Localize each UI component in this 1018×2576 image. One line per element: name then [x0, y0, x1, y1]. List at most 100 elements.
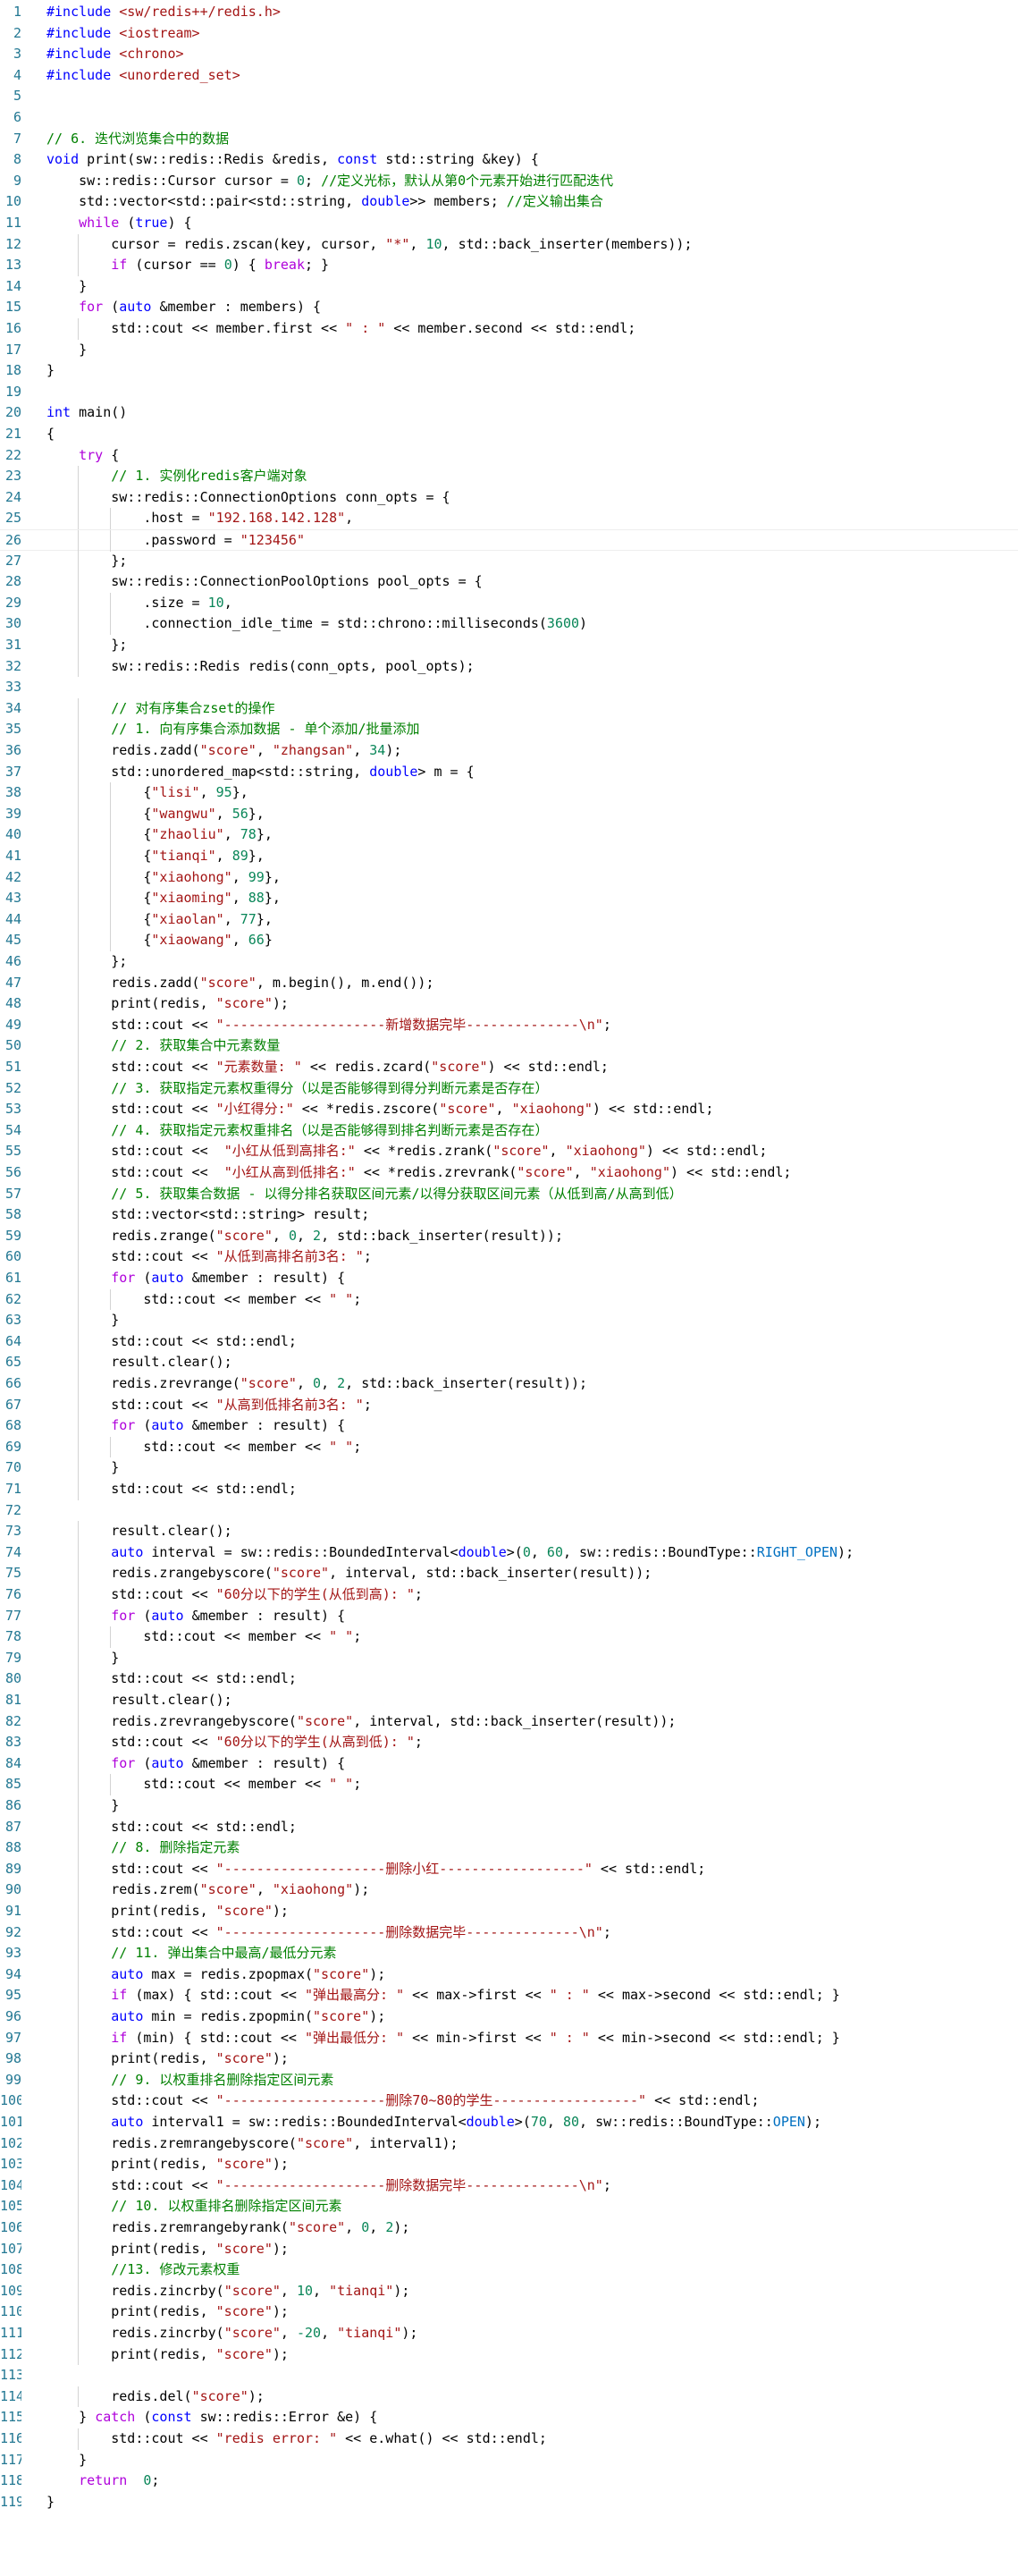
code-line[interactable]: 75 redis.zrangebyscore("score", interval…	[0, 1563, 1018, 1584]
code-line[interactable]: 87 std::cout << std::endl;	[0, 1816, 1018, 1838]
code-line[interactable]: 34 // 对有序集合zset的操作	[0, 697, 1018, 720]
code-line[interactable]: 100 std::cout << "--------------------删除…	[0, 2090, 1018, 2112]
code-line[interactable]: 41 {"tianqi", 89},	[0, 846, 1018, 867]
code-line[interactable]: 17 }	[0, 340, 1018, 361]
code-line[interactable]: 109 redis.zincrby("score", 10, "tianqi")…	[0, 2280, 1018, 2302]
code-line[interactable]: 65 result.clear();	[0, 1352, 1018, 1373]
code-line[interactable]: 12 cursor = redis.zscan(key, cursor, "*"…	[0, 233, 1018, 256]
code-line[interactable]: 52 // 3. 获取指定元素权重得分（以是否能够得到得分判断元素是否存在）	[0, 1077, 1018, 1100]
code-line[interactable]: 102 redis.zremrangebyscore("score", inte…	[0, 2133, 1018, 2155]
code-line[interactable]: 74 auto interval = sw::redis::BoundedInt…	[0, 1541, 1018, 1564]
code-line[interactable]: 104 std::cout << "--------------------删除…	[0, 2175, 1018, 2197]
code-line[interactable]: 23 // 1. 实例化redis客户端对象	[0, 466, 1018, 487]
code-line[interactable]: 105 // 10. 以权重排名删除指定区间元素	[0, 2196, 1018, 2217]
code-line[interactable]: 38 {"lisi", 95},	[0, 782, 1018, 804]
code-line[interactable]: 36 redis.zadd("score", "zhangsan", 34);	[0, 740, 1018, 762]
code-line[interactable]: 27 };	[0, 550, 1018, 572]
code-line[interactable]: 56 std::cout << "小红从高到低排名:" << *redis.zr…	[0, 1162, 1018, 1184]
code-line[interactable]: 95 if (max) { std::cout << "弹出最高分: " << …	[0, 1985, 1018, 2006]
code-line[interactable]: 43 {"xiaoming", 88},	[0, 888, 1018, 909]
code-line[interactable]: 2 #include <iostream>	[0, 23, 1018, 45]
code-line[interactable]: 118 return 0;	[0, 2470, 1018, 2492]
code-line[interactable]: 49 std::cout << "--------------------新增数…	[0, 1014, 1018, 1036]
code-line[interactable]: 13 if (cursor == 0) { break; }	[0, 255, 1018, 276]
code-line[interactable]: 101 auto interval1 = sw::redis::BoundedI…	[0, 2112, 1018, 2133]
code-line[interactable]: 83 std::cout << "60分以下的学生(从高到低): ";	[0, 1732, 1018, 1753]
code-line[interactable]: 6	[0, 107, 1018, 129]
code-line[interactable]: 114 redis.del("score");	[0, 2386, 1018, 2408]
code-line[interactable]: 62 std::cout << member << " ";	[0, 1288, 1018, 1311]
code-line[interactable]: 93 // 11. 弹出集合中最高/最低分元素	[0, 1943, 1018, 1964]
code-line[interactable]: 80 std::cout << std::endl;	[0, 1668, 1018, 1690]
code-line[interactable]: 7 // 6. 迭代浏览集合中的数据	[0, 129, 1018, 150]
code-line[interactable]: 113	[0, 2365, 1018, 2386]
code-line[interactable]: 108 //13. 修改元素权重	[0, 2259, 1018, 2281]
code-line[interactable]: 71 std::cout << std::endl;	[0, 1479, 1018, 1500]
code-line[interactable]: 18}	[0, 360, 1018, 382]
code-editor[interactable]: 1 #include <sw/redis++/redis.h> 2 #include …	[0, 0, 1018, 2576]
code-line[interactable]: 45 {"xiaowang", 66}	[0, 930, 1018, 951]
code-line[interactable]: 73 result.clear();	[0, 1521, 1018, 1542]
code-line[interactable]: 42 {"xiaohong", 99},	[0, 866, 1018, 889]
code-line[interactable]: 44 {"xiaolan", 77},	[0, 908, 1018, 931]
code-line[interactable]: 79 }	[0, 1647, 1018, 1669]
code-line[interactable]: 61 for (auto &member : result) {	[0, 1268, 1018, 1289]
code-line[interactable]: 92 std::cout << "--------------------删除数…	[0, 1921, 1018, 1944]
code-line[interactable]: 5	[0, 86, 1018, 107]
code-line[interactable]: 25 .host = "192.168.142.128",	[0, 508, 1018, 529]
code-line[interactable]: 66 redis.zrevrange("score", 0, 2, std::b…	[0, 1373, 1018, 1395]
code-line[interactable]: 117 }	[0, 2450, 1018, 2471]
code-line[interactable]: 97 if (min) { std::cout << "弹出最低分: " << …	[0, 2027, 1018, 2049]
code-line[interactable]: 29 .size = 10,	[0, 592, 1018, 614]
code-line[interactable]: 4 #include <unordered_set>	[0, 65, 1018, 87]
code-line[interactable]: 46 };	[0, 951, 1018, 973]
code-line[interactable]: 48 print(redis, "score");	[0, 993, 1018, 1015]
code-line[interactable]: 63 }	[0, 1310, 1018, 1331]
code-line[interactable]: 99 // 9. 以权重排名删除指定区间元素	[0, 2069, 1018, 2091]
code-line[interactable]: 53 std::cout << "小红得分:" << *redis.zscore…	[0, 1099, 1018, 1120]
code-line[interactable]: 22 try {	[0, 445, 1018, 467]
code-line[interactable]: 86 }	[0, 1795, 1018, 1817]
code-line[interactable]: 77 for (auto &member : result) {	[0, 1605, 1018, 1627]
code-line[interactable]: 40 {"zhaoliu", 78},	[0, 824, 1018, 846]
code-line[interactable]: 84 for (auto &member : result) {	[0, 1753, 1018, 1775]
code-line[interactable]: 110 print(redis, "score");	[0, 2302, 1018, 2323]
code-line[interactable]: 64 std::cout << std::endl;	[0, 1330, 1018, 1353]
code-line[interactable]: 57 // 5. 获取集合数据 - 以得分排名获取区间元素/以得分获取区间元素（…	[0, 1183, 1018, 1205]
code-line[interactable]: 39 {"wangwu", 56},	[0, 803, 1018, 825]
code-line[interactable]: 51 std::cout << "元素数量: " << redis.zcard(…	[0, 1057, 1018, 1078]
code-line[interactable]: 115 } catch (const sw::redis::Error &e) …	[0, 2407, 1018, 2428]
code-line[interactable]: 91 print(redis, "score");	[0, 1901, 1018, 1922]
code-line[interactable]: 37 std::unordered_map<std::string, doubl…	[0, 761, 1018, 783]
code-line[interactable]: 1 #include <sw/redis++/redis.h>	[0, 2, 1018, 23]
code-line[interactable]: 70 }	[0, 1457, 1018, 1479]
code-line[interactable]: 107 print(redis, "score");	[0, 2238, 1018, 2260]
code-line[interactable]: 90 redis.zrem("score", "xiaohong");	[0, 1879, 1018, 1901]
code-line[interactable]: 68 for (auto &member : result) {	[0, 1415, 1018, 1437]
code-line[interactable]: 11 while (true) {	[0, 213, 1018, 234]
code-line[interactable]: 67 std::cout << "从高到低排名前3名: ";	[0, 1394, 1018, 1416]
code-line[interactable]: 76 std::cout << "60分以下的学生(从低到高): ";	[0, 1584, 1018, 1606]
code-line[interactable]: 98 print(redis, "score");	[0, 2048, 1018, 2070]
code-line[interactable]: 55 std::cout << "小红从低到高排名:" << *redis.zr…	[0, 1141, 1018, 1162]
code-line[interactable]: 103 print(redis, "score");	[0, 2154, 1018, 2175]
code-line[interactable]: 30 .connection_idle_time = std::chrono::…	[0, 613, 1018, 635]
code-line[interactable]: 69 std::cout << member << " ";	[0, 1436, 1018, 1458]
code-line[interactable]: 82 redis.zrevrangebyscore("score", inter…	[0, 1710, 1018, 1733]
code-line[interactable]: 59 redis.zrange("score", 0, 2, std::back…	[0, 1225, 1018, 1247]
code-line[interactable]: 88 // 8. 删除指定元素	[0, 1837, 1018, 1859]
code-line[interactable]: 111 redis.zincrby("score", -20, "tianqi"…	[0, 2323, 1018, 2344]
code-line[interactable]: 33	[0, 677, 1018, 698]
code-line[interactable]: 19	[0, 382, 1018, 403]
code-line[interactable]: 32 sw::redis::Redis redis(conn_opts, poo…	[0, 655, 1018, 678]
code-line[interactable]: 20 int main()	[0, 402, 1018, 424]
code-line[interactable]: 35 // 1. 向有序集合添加数据 - 单个添加/批量添加	[0, 719, 1018, 740]
code-line[interactable]: 112 print(redis, "score");	[0, 2344, 1018, 2366]
code-line[interactable]: 89 std::cout << "--------------------删除小…	[0, 1858, 1018, 1880]
code-line[interactable]: 3 #include <chrono>	[0, 44, 1018, 65]
code-line[interactable]: 94 auto max = redis.zpopmax("score");	[0, 1964, 1018, 1986]
code-line[interactable]: 58 std::vector<std::string> result;	[0, 1204, 1018, 1226]
code-line[interactable]: 21 {	[0, 424, 1018, 445]
code-line[interactable]: 60 std::cout << "从低到高排名前3名: ";	[0, 1246, 1018, 1268]
code-line[interactable]: 9 sw::redis::Cursor cursor = 0; //定义光标，默…	[0, 171, 1018, 192]
